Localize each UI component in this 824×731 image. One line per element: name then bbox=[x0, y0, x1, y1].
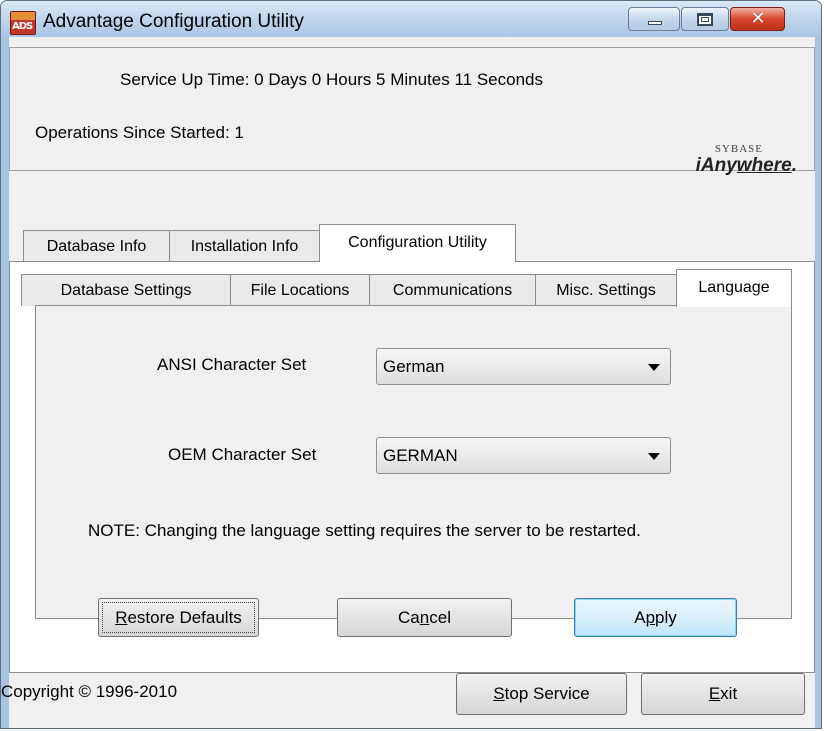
tab-file-locations[interactable]: File Locations bbox=[230, 274, 370, 306]
exit-button[interactable]: Exit bbox=[641, 673, 805, 715]
chevron-down-icon bbox=[648, 453, 660, 460]
oem-charset-select[interactable]: GERMAN bbox=[376, 437, 671, 474]
copyright-text: Copyright © 1996-2010 bbox=[1, 682, 178, 701]
close-icon: ✕ bbox=[750, 8, 766, 29]
apply-button[interactable]: Apply bbox=[574, 598, 737, 637]
close-button[interactable]: ✕ bbox=[730, 7, 785, 31]
oem-charset-label: OEM Character Set bbox=[168, 445, 317, 464]
maximize-button[interactable] bbox=[681, 7, 729, 31]
minimize-icon bbox=[648, 21, 662, 25]
tab-database-info[interactable]: Database Info bbox=[23, 230, 170, 262]
ansi-charset-select[interactable]: German bbox=[376, 348, 671, 385]
tab-communications[interactable]: Communications bbox=[369, 274, 536, 306]
maximize-icon bbox=[697, 13, 713, 26]
tab-configuration-utility[interactable]: Configuration Utility bbox=[319, 224, 516, 262]
chevron-down-icon bbox=[648, 364, 660, 371]
restart-note: NOTE: Changing the language setting requ… bbox=[88, 521, 641, 540]
restore-defaults-button[interactable]: Restore Defaults bbox=[98, 598, 259, 637]
window-title: Advantage Configuration Utility bbox=[43, 11, 304, 32]
tab-misc-settings[interactable]: Misc. Settings bbox=[535, 274, 677, 306]
stop-service-button[interactable]: Stop Service bbox=[456, 673, 627, 715]
tab-installation-info[interactable]: Installation Info bbox=[169, 230, 320, 262]
ads-app-icon[interactable]: ADS bbox=[10, 11, 36, 35]
sybase-ianywhere-logo: SYBASE iAnywhere. bbox=[695, 143, 797, 176]
ansi-charset-label: ANSI Character Set bbox=[157, 355, 307, 374]
cancel-button[interactable]: Cancel bbox=[337, 598, 512, 637]
app-window: ADS Advantage Configuration Utility ✕ Se… bbox=[0, 0, 822, 729]
tab-language[interactable]: Language bbox=[676, 269, 792, 307]
operations-count-text: Operations Since Started: 1 bbox=[35, 123, 244, 142]
service-uptime-text: Service Up Time: 0 Days 0 Hours 5 Minute… bbox=[120, 70, 543, 89]
minimize-button[interactable] bbox=[628, 7, 680, 31]
client-area: Service Up Time: 0 Days 0 Hours 5 Minute… bbox=[1, 37, 815, 728]
title-bar[interactable]: ADS Advantage Configuration Utility ✕ bbox=[1, 1, 821, 37]
tab-database-settings[interactable]: Database Settings bbox=[21, 274, 231, 306]
